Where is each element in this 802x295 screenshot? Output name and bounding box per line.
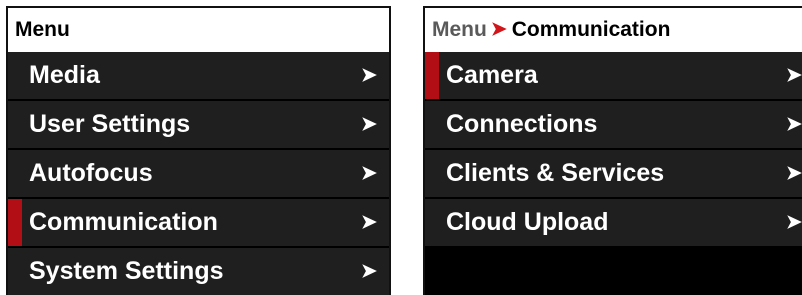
chevron-right-icon: ➤ — [786, 114, 802, 135]
selection-indicator — [8, 52, 22, 99]
chevron-right-icon: ➤ — [361, 114, 377, 135]
menu-item-label: Autofocus — [29, 159, 153, 187]
menu-item-label: Cloud Upload — [446, 208, 609, 236]
chevron-right-icon: ➤ — [361, 261, 377, 282]
selection-indicator — [8, 199, 22, 246]
selection-indicator — [8, 150, 22, 197]
menu-item-label: System Settings — [29, 257, 224, 285]
menu-item-label: Communication — [29, 208, 218, 236]
selection-indicator — [425, 150, 439, 197]
menu-title: Menu — [15, 18, 70, 41]
communication-menu-panel: Menu ➤ Communication Camera ➤ Connection… — [423, 6, 802, 295]
menu-item-user-settings[interactable]: User Settings ➤ — [8, 101, 389, 148]
menu-item-cloud-upload[interactable]: Cloud Upload ➤ — [425, 199, 802, 246]
menu-item-autofocus[interactable]: Autofocus ➤ — [8, 150, 389, 197]
chevron-right-icon: ➤ — [786, 65, 802, 86]
selection-indicator — [425, 199, 439, 246]
chevron-right-icon: ➤ — [786, 163, 802, 184]
breadcrumb-current: Communication — [511, 18, 671, 41]
communication-menu-list: Camera ➤ Connections ➤ Clients & Service… — [425, 52, 802, 246]
breadcrumb-arrow-icon: ➤ — [490, 18, 507, 40]
main-menu-list: Media ➤ User Settings ➤ Autofocus ➤ Comm… — [8, 52, 389, 295]
menu-item-connections[interactable]: Connections ➤ — [425, 101, 802, 148]
menu-title-bar: Menu — [8, 8, 389, 52]
menu-item-label: User Settings — [29, 110, 191, 138]
main-menu-panel: Menu Media ➤ User Settings ➤ Autofocus ➤… — [6, 6, 391, 295]
menu-item-label: Camera — [446, 61, 538, 89]
menu-item-label: Media — [29, 61, 100, 89]
breadcrumb: Menu ➤ Communication — [425, 8, 802, 52]
breadcrumb-parent-menu[interactable]: Menu — [432, 18, 487, 42]
menu-item-system-settings[interactable]: System Settings ➤ — [8, 248, 389, 295]
selection-indicator — [425, 101, 439, 148]
menu-item-clients-services[interactable]: Clients & Services ➤ — [425, 150, 802, 197]
menu-item-communication[interactable]: Communication ➤ — [8, 199, 389, 246]
menu-item-label: Connections — [446, 110, 598, 138]
menu-item-media[interactable]: Media ➤ — [8, 52, 389, 99]
selection-indicator — [8, 101, 22, 148]
chevron-right-icon: ➤ — [361, 65, 377, 86]
menu-item-camera[interactable]: Camera ➤ — [425, 52, 802, 99]
menu-item-label: Clients & Services — [446, 159, 665, 187]
chevron-right-icon: ➤ — [786, 212, 802, 233]
selection-indicator — [425, 52, 439, 99]
chevron-right-icon: ➤ — [361, 163, 377, 184]
chevron-right-icon: ➤ — [361, 212, 377, 233]
selection-indicator — [8, 248, 22, 295]
